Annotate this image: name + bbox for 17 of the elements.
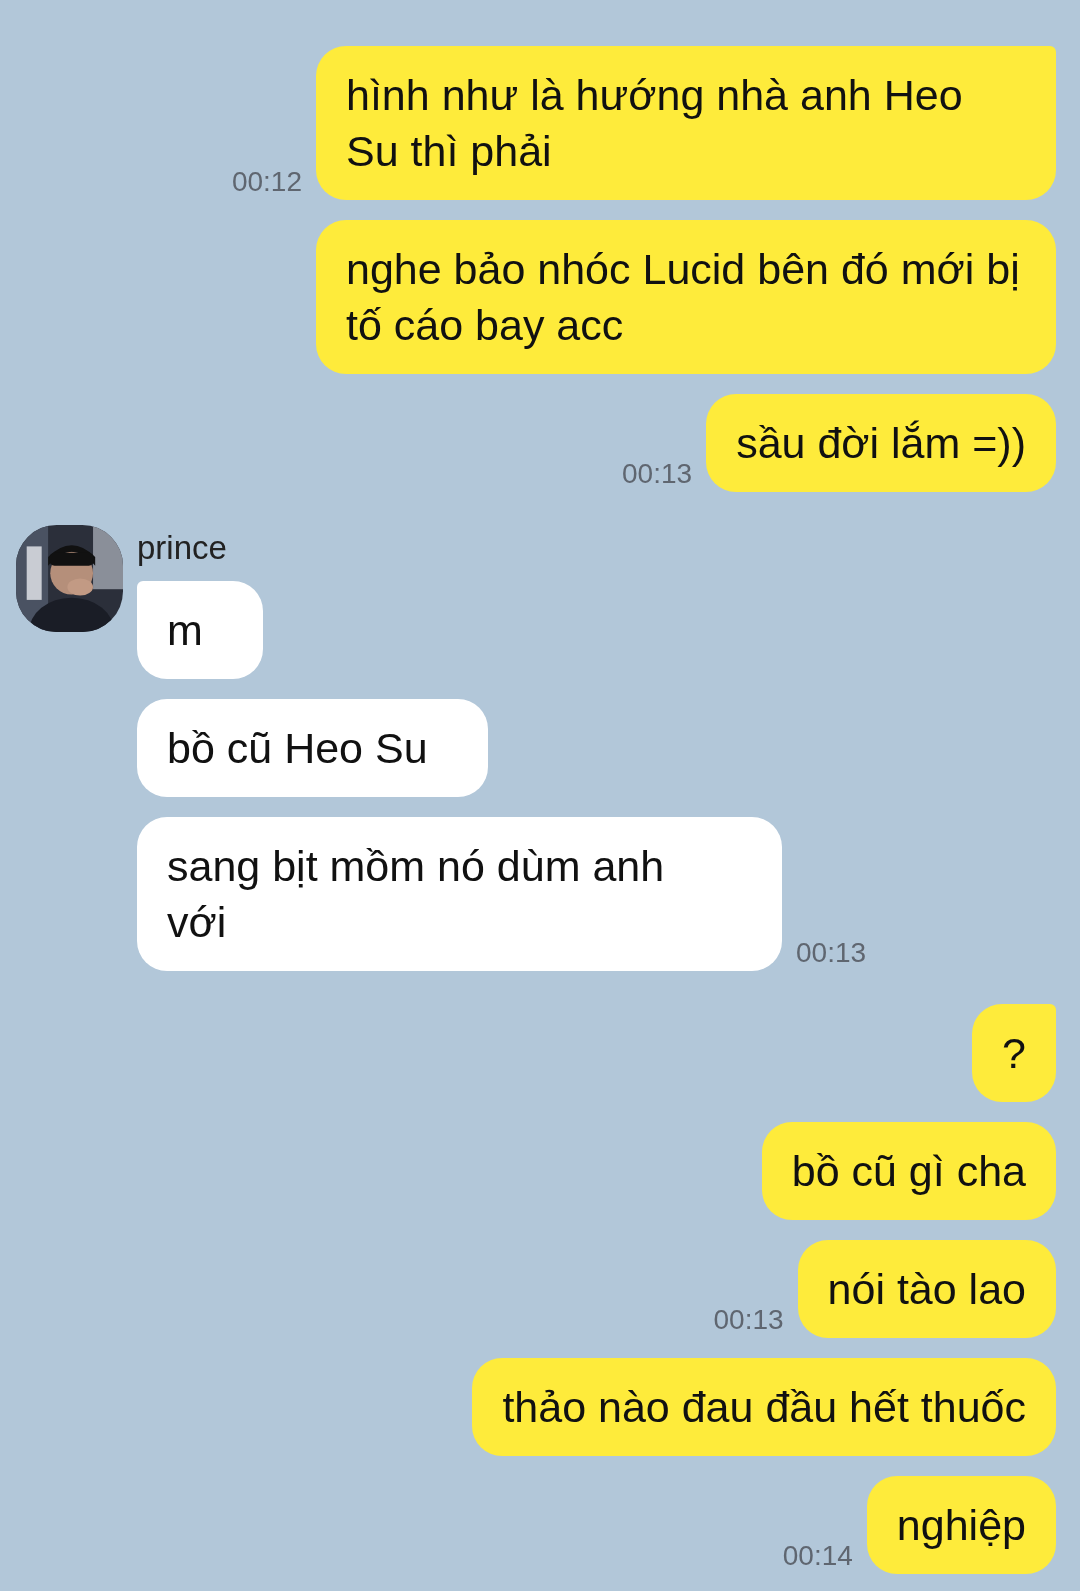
message-time: 00:12 bbox=[231, 166, 302, 198]
message-time: 00:13 bbox=[796, 937, 867, 969]
message-bubble: nghiệp bbox=[866, 1476, 1056, 1574]
message-bubble: hình như là hướng nhà anh Heo Su thì phải bbox=[316, 46, 1056, 200]
message-bubble: m bbox=[137, 581, 263, 679]
message-bubble: sầu đời lắm =)) bbox=[706, 394, 1056, 492]
sender-name: prince bbox=[137, 529, 228, 567]
message-bubble: sang bịt mồm nó dùm anh với bbox=[137, 817, 782, 971]
message-bubble: nói tào lao bbox=[797, 1240, 1056, 1338]
message-time: 00:13 bbox=[713, 1304, 784, 1336]
message-bubble: ? bbox=[972, 1004, 1056, 1102]
message-bubble: bồ cũ Heo Su bbox=[137, 699, 488, 797]
message-time: 00:14 bbox=[782, 1540, 853, 1572]
message-time: 00:13 bbox=[622, 458, 693, 490]
message-bubble: nghe bảo nhóc Lucid bên đó mới bị tố cáo bay acc bbox=[316, 220, 1056, 374]
message-bubble: bồ cũ gì cha bbox=[761, 1122, 1056, 1220]
message-bubble: thảo nào đau đầu hết thuốc bbox=[472, 1358, 1056, 1456]
